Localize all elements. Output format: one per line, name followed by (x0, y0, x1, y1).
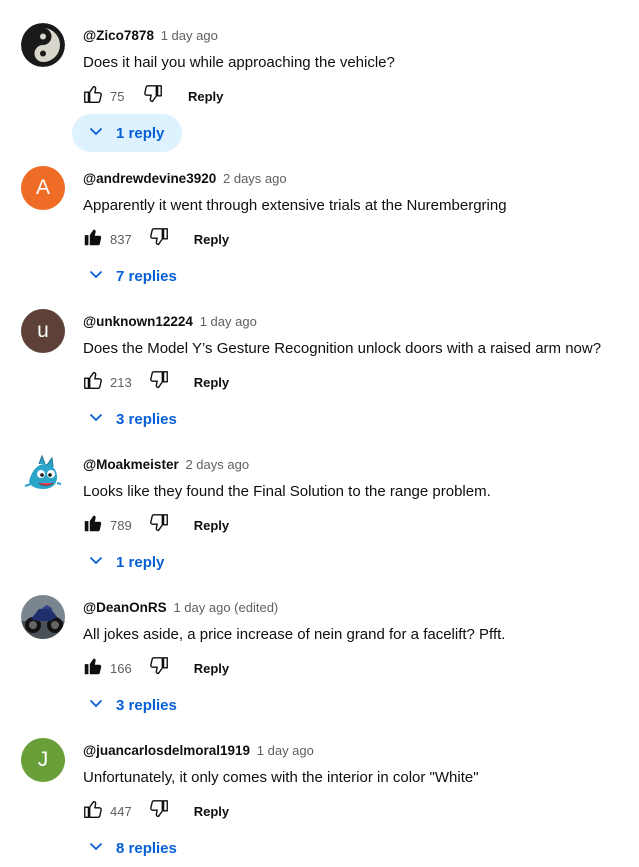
yin-yang-avatar-icon (21, 23, 65, 67)
thumbs-down-icon (148, 512, 170, 539)
comment-actions: 166 Reply (80, 654, 229, 682)
comment-header: @juancarlosdelmoral1919 1 day ago (83, 743, 314, 758)
like-button[interactable] (80, 369, 106, 395)
replies-count-label: 3 replies (116, 696, 177, 714)
replies-count-label: 7 replies (116, 267, 177, 285)
comment-text: Does it hail you while approaching the v… (83, 54, 395, 71)
avatar[interactable] (21, 452, 65, 496)
chevron-down-icon (88, 266, 116, 286)
reply-button[interactable]: Reply (194, 661, 229, 676)
like-button[interactable] (80, 512, 106, 538)
comment-header: @DeanOnRS 1 day ago (edited) (83, 600, 278, 615)
avatar[interactable] (21, 23, 65, 67)
replies-count-label: 3 replies (116, 410, 177, 428)
comment-thread: @Moakmeister 2 days ago Looks like they … (0, 432, 639, 575)
comment-author[interactable]: @DeanOnRS (83, 600, 167, 615)
comment-timestamp[interactable]: 1 day ago (200, 314, 257, 329)
thumbs-down-icon (148, 798, 170, 825)
thumbs-up-icon (82, 226, 104, 253)
comment-author[interactable]: @andrewdevine3920 (83, 171, 216, 186)
thumbs-down-icon (142, 83, 164, 110)
chevron-down-icon (88, 123, 116, 143)
like-button[interactable] (80, 226, 106, 252)
reply-button[interactable]: Reply (194, 232, 229, 247)
dislike-button[interactable] (146, 798, 172, 824)
reply-button[interactable]: Reply (194, 804, 229, 819)
like-count: 213 (110, 374, 132, 390)
comment-actions: 75 Reply (80, 82, 223, 110)
comment-actions: 447 Reply (80, 797, 229, 825)
comment-timestamp[interactable]: 2 days ago (223, 171, 287, 186)
like-count: 447 (110, 803, 132, 819)
comment-header: @Zico7878 1 day ago (83, 28, 218, 43)
chevron-down-icon (88, 552, 116, 572)
comment-text: Looks like they found the Final Solution… (83, 483, 491, 500)
chevron-down-icon (88, 409, 116, 429)
replies-count-label: 8 replies (116, 839, 177, 857)
avatar-letter: u (37, 319, 49, 342)
thumbs-up-icon (82, 798, 104, 825)
comment-timestamp[interactable]: 1 day ago (161, 28, 218, 43)
comment-text: Apparently it went through extensive tri… (83, 197, 507, 214)
reply-button[interactable]: Reply (194, 518, 229, 533)
view-replies-button[interactable]: 8 replies (72, 829, 195, 867)
comment-author[interactable]: @unknown12224 (83, 314, 193, 329)
avatar[interactable]: J (21, 738, 65, 782)
comment-text: All jokes aside, a price increase of nei… (83, 626, 506, 643)
comment-timestamp[interactable]: 1 day ago (edited) (173, 600, 278, 615)
comment-text: Unfortunately, it only comes with the in… (83, 769, 479, 786)
avatar-letter: A (35, 176, 50, 199)
thumbs-down-icon (148, 226, 170, 253)
dislike-button[interactable] (146, 369, 172, 395)
comment-thread: @DeanOnRS 1 day ago (edited) All jokes a… (0, 575, 639, 718)
comment-actions: 789 Reply (80, 511, 229, 539)
comment-thread: @Zico7878 1 day ago Does it hail you whi… (0, 3, 639, 152)
chevron-down-icon (88, 695, 116, 715)
like-button[interactable] (80, 83, 106, 109)
chevron-down-icon (88, 838, 116, 858)
like-count: 789 (110, 517, 132, 533)
comment-header: @andrewdevine3920 2 days ago (83, 171, 287, 186)
reply-button[interactable]: Reply (194, 375, 229, 390)
dislike-button[interactable] (140, 83, 166, 109)
comment-timestamp[interactable]: 1 day ago (257, 743, 314, 758)
comments-list: @Zico7878 1 day ago Does it hail you whi… (0, 0, 639, 859)
thumbs-up-icon (82, 369, 104, 396)
like-count: 166 (110, 660, 132, 676)
comment-thread: J @juancarlosdelmoral1919 1 day ago Unfo… (0, 718, 639, 861)
thumbs-up-icon (82, 512, 104, 539)
dislike-button[interactable] (146, 655, 172, 681)
replies-count-label: 1 reply (116, 124, 165, 142)
cartoon-creature-avatar-icon (21, 452, 65, 496)
thumbs-up-icon (82, 83, 104, 110)
comment-author[interactable]: @juancarlosdelmoral1919 (83, 743, 250, 758)
dislike-button[interactable] (146, 512, 172, 538)
comment-header: @unknown12224 1 day ago (83, 314, 257, 329)
comment-author[interactable]: @Zico7878 (83, 28, 154, 43)
comment-text: Does the Model Y’s Gesture Recognition u… (83, 340, 602, 357)
like-button[interactable] (80, 655, 106, 681)
dislike-button[interactable] (146, 226, 172, 252)
avatar[interactable]: A (21, 166, 65, 210)
comment-actions: 213 Reply (80, 368, 229, 396)
thumbs-down-icon (148, 655, 170, 682)
avatar[interactable]: u (21, 309, 65, 353)
comment-timestamp[interactable]: 2 days ago (185, 457, 249, 472)
like-count: 75 (110, 88, 125, 104)
like-count: 837 (110, 231, 132, 247)
comment-thread: u @unknown12224 1 day ago Does the Model… (0, 289, 639, 432)
comment-thread: A @andrewdevine3920 2 days ago Apparentl… (0, 146, 639, 289)
reply-button[interactable]: Reply (188, 89, 223, 104)
motorcycle-avatar-icon (21, 595, 65, 639)
like-button[interactable] (80, 798, 106, 824)
thumbs-up-icon (82, 655, 104, 682)
replies-count-label: 1 reply (116, 553, 165, 571)
avatar[interactable] (21, 595, 65, 639)
comment-header: @Moakmeister 2 days ago (83, 457, 249, 472)
comment-author[interactable]: @Moakmeister (83, 457, 179, 472)
comment-actions: 837 Reply (80, 225, 229, 253)
avatar-letter: J (37, 748, 49, 771)
thumbs-down-icon (148, 369, 170, 396)
